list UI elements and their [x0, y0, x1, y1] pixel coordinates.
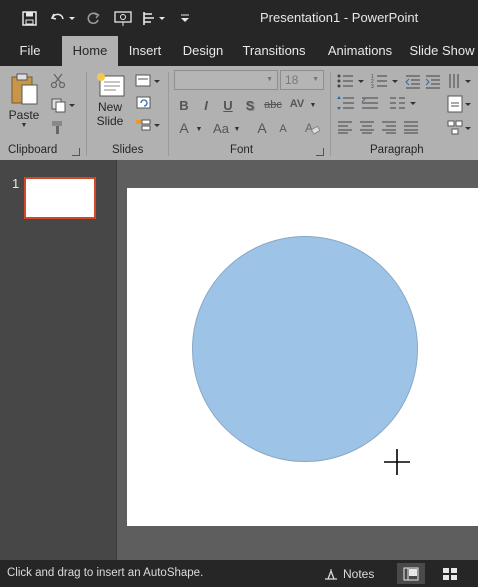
group-divider	[330, 72, 331, 156]
grow-font-button[interactable]: A	[254, 118, 270, 138]
character-spacing-button[interactable]: AV	[286, 94, 308, 114]
new-slide-icon	[97, 73, 125, 97]
align-right-icon[interactable]	[380, 118, 398, 136]
paste-icon	[11, 73, 38, 105]
notes-icon	[325, 568, 337, 580]
circle-shape[interactable]	[192, 236, 418, 462]
columns-icon[interactable]	[388, 94, 418, 112]
chevron-down-icon: ▼	[312, 76, 319, 83]
window-title: Presentation1 - PowerPoint	[260, 10, 419, 25]
tab-slide-show[interactable]: Slide Show	[406, 36, 478, 66]
slide-editor-pane	[117, 160, 478, 560]
chevron-down-icon[interactable]: ▼	[194, 120, 204, 138]
underline-button[interactable]: U	[220, 96, 236, 114]
align-text-vertical-icon[interactable]	[446, 94, 474, 114]
group-divider	[86, 72, 87, 156]
new-slide-label-1: New	[97, 100, 122, 114]
tab-insert[interactable]: Insert	[124, 36, 166, 66]
line-spacing-icon[interactable]	[336, 94, 356, 112]
increase-indent-icon[interactable]	[424, 72, 442, 90]
align-left-icon[interactable]	[336, 118, 354, 136]
reset-icon[interactable]	[134, 94, 154, 112]
tab-transitions[interactable]: Transitions	[238, 36, 310, 66]
notes-label: Notes	[343, 566, 375, 581]
paste-button[interactable]: Paste ▼	[6, 72, 42, 142]
save-icon[interactable]	[18, 8, 40, 28]
slide-sorter-icon	[443, 567, 457, 580]
from-beginning-icon[interactable]	[112, 8, 134, 28]
bold-button[interactable]: B	[176, 96, 192, 114]
slide-thumbnail[interactable]	[24, 177, 96, 219]
chevron-down-icon[interactable]: ▼	[308, 96, 318, 114]
clear-formatting-icon[interactable]: A	[302, 118, 322, 138]
shrink-font-button[interactable]: A	[276, 120, 290, 138]
svg-text:3: 3	[371, 84, 374, 89]
new-slide-label-2: Slide	[96, 114, 124, 128]
status-message: Click and drag to insert an AutoShape.	[7, 567, 204, 579]
chevron-down-icon: ▼	[20, 122, 28, 129]
group-divider	[168, 72, 169, 156]
chevron-down-icon[interactable]: ▼	[232, 120, 242, 138]
clipboard-launcher-icon[interactable]	[72, 148, 80, 156]
shadow-button[interactable]: S	[242, 96, 258, 114]
title-bar: Presentation1 - PowerPoint	[0, 0, 478, 36]
notes-button[interactable]: Notes	[324, 563, 374, 584]
font-size-combo[interactable]: 18 ▼	[280, 70, 324, 90]
slides-group-label: Slides	[112, 144, 144, 156]
italic-button[interactable]: I	[198, 96, 214, 114]
tab-animations[interactable]: Animations	[320, 36, 400, 66]
tab-design[interactable]: Design	[178, 36, 228, 66]
font-name-combo[interactable]: ▼	[174, 70, 278, 90]
numbering-icon[interactable]: 123	[370, 72, 400, 90]
touch-mode-icon[interactable]	[140, 8, 168, 28]
section-icon[interactable]	[134, 116, 162, 134]
chevron-down-icon: ▼	[266, 76, 273, 83]
normal-view-button[interactable]	[397, 563, 425, 584]
crosshair-cursor-icon	[384, 449, 410, 475]
customize-qat-icon[interactable]	[178, 8, 192, 28]
layout-icon[interactable]	[134, 72, 162, 90]
font-group-label: Font	[230, 144, 254, 156]
align-center-icon[interactable]	[358, 118, 376, 136]
paste-label: Paste	[8, 108, 40, 122]
slide-number: 1	[12, 176, 20, 191]
copy-icon[interactable]	[48, 96, 78, 114]
clipboard-group-label: Clipboard	[8, 144, 58, 156]
font-color-button[interactable]: A	[176, 118, 192, 138]
text-direction-icon[interactable]	[446, 72, 474, 90]
svg-text:A: A	[305, 121, 313, 135]
ribbon-home: Paste ▼ Clipboard New Slide Slides ▼ 18 …	[0, 66, 478, 160]
paragraph-group-label: Paragraph	[370, 144, 424, 156]
new-slide-button[interactable]: New Slide	[92, 72, 128, 142]
slide-sorter-view-button[interactable]	[436, 563, 464, 584]
slide-thumbnails-pane: 1	[0, 160, 117, 560]
redo-icon[interactable]	[84, 8, 102, 28]
bullets-icon[interactable]	[336, 72, 366, 90]
normal-view-icon	[403, 567, 419, 580]
font-size-value: 18	[285, 73, 299, 87]
decrease-indent-icon[interactable]	[404, 72, 422, 90]
slide-canvas[interactable]	[127, 188, 478, 526]
strikethrough-button[interactable]: abc	[262, 96, 284, 114]
format-painter-icon[interactable]	[48, 118, 68, 136]
font-launcher-icon[interactable]	[316, 148, 324, 156]
tab-file[interactable]: File	[10, 36, 50, 66]
undo-icon[interactable]	[48, 8, 76, 28]
convert-smartart-icon[interactable]	[446, 118, 474, 138]
cut-icon[interactable]	[48, 72, 68, 90]
align-text-icon[interactable]	[360, 94, 380, 112]
status-bar: Click and drag to insert an AutoShape. N…	[0, 560, 478, 587]
ribbon-tabs: File Home Insert Design Transitions Anim…	[0, 36, 478, 66]
justify-icon[interactable]	[402, 118, 420, 136]
tab-home[interactable]: Home	[62, 36, 118, 66]
change-case-button[interactable]: Aa	[210, 118, 232, 138]
